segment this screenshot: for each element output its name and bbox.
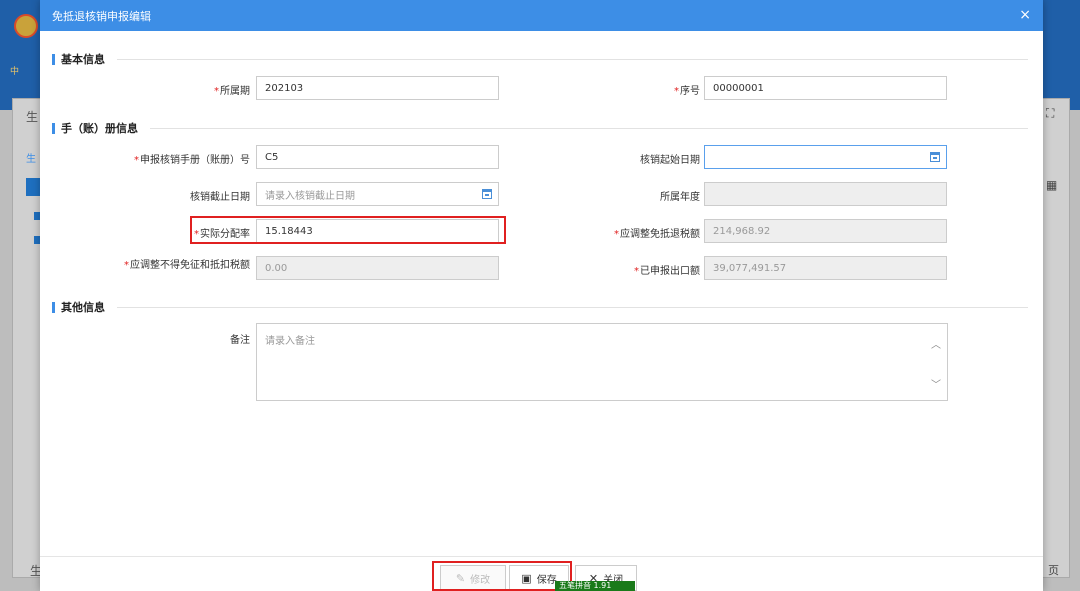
bg-block xyxy=(26,178,40,196)
section-title: 基本信息 xyxy=(61,53,105,66)
section-other-info: 其他信息 xyxy=(52,299,1028,315)
declared-export-field[interactable]: 39,077,491.57 xyxy=(704,256,947,280)
section-title: 其他信息 xyxy=(61,301,105,314)
calendar-icon[interactable] xyxy=(482,189,492,199)
section-marker xyxy=(52,53,55,65)
remark-textarea[interactable]: 请录入备注 ︿ ﹀ xyxy=(256,323,948,401)
section-divider xyxy=(117,306,1028,308)
close-icon[interactable]: × xyxy=(1019,7,1031,23)
section-marker xyxy=(52,301,55,313)
adjust-tax-field[interactable]: 214,968.92 xyxy=(704,219,947,243)
emblem-icon xyxy=(14,14,38,38)
seq-label: *序号 xyxy=(674,86,700,97)
section-title: 手（账）册信息 xyxy=(61,122,138,135)
tax-logo: 中 xyxy=(10,8,40,78)
dialog-title-bar: 免抵退核销申报编辑 × xyxy=(40,0,1043,31)
section-divider xyxy=(150,127,1028,129)
section-basic-info: 基本信息 xyxy=(52,51,1028,67)
adjust-nondeduct-field[interactable]: 0.00 xyxy=(256,256,499,280)
adjust-nondeduct-label: *应调整不得免征和抵扣税额 xyxy=(124,260,250,271)
seq-field[interactable]: 00000001 xyxy=(704,76,947,100)
end-date-field[interactable]: 请录入核销截止日期 xyxy=(256,182,499,206)
dialog-title: 免抵退核销申报编辑 xyxy=(52,9,151,23)
edit-dialog: 免抵退核销申报编辑 × 基本信息 *所属期 202103 *序号 0000000… xyxy=(40,0,1043,591)
bg-side-label: 生 xyxy=(26,154,36,165)
bg-page-label: 页 xyxy=(1048,564,1059,577)
year-label: 所属年度 xyxy=(660,192,700,203)
period-label: *所属期 xyxy=(214,86,250,97)
start-date-field[interactable] xyxy=(704,145,947,169)
remark-label: 备注 xyxy=(230,335,250,346)
calendar-icon[interactable] xyxy=(930,152,940,162)
start-date-label: 核销起始日期 xyxy=(640,155,700,166)
ime-status-badge: 五笔拼音 1.91 xyxy=(555,581,635,591)
section-manual-info: 手（账）册信息 xyxy=(52,120,1028,136)
adjust-tax-label: *应调整免抵退税额 xyxy=(614,229,700,240)
scroll-up-icon[interactable]: ︿ xyxy=(931,336,941,351)
highlight-ratio xyxy=(190,216,506,244)
manual-no-label: *申报核销手册（账册）号 xyxy=(134,155,250,166)
manual-no-field[interactable]: C5 xyxy=(256,145,499,169)
declared-export-label: *已申报出口额 xyxy=(634,266,700,277)
logo-text: 中 xyxy=(10,67,20,77)
highlight-buttons xyxy=(432,561,572,591)
year-field[interactable] xyxy=(704,182,947,206)
section-divider xyxy=(117,58,1028,60)
end-date-label: 核销截止日期 xyxy=(190,192,250,203)
period-field[interactable]: 202103 xyxy=(256,76,499,100)
section-marker xyxy=(52,122,55,134)
bg-side-label: 生 xyxy=(26,110,39,124)
scroll-down-icon[interactable]: ﹀ xyxy=(931,376,941,391)
grid-icon[interactable]: ▦ xyxy=(1046,178,1057,192)
fullscreen-icon[interactable]: ⛶ xyxy=(1046,106,1054,121)
